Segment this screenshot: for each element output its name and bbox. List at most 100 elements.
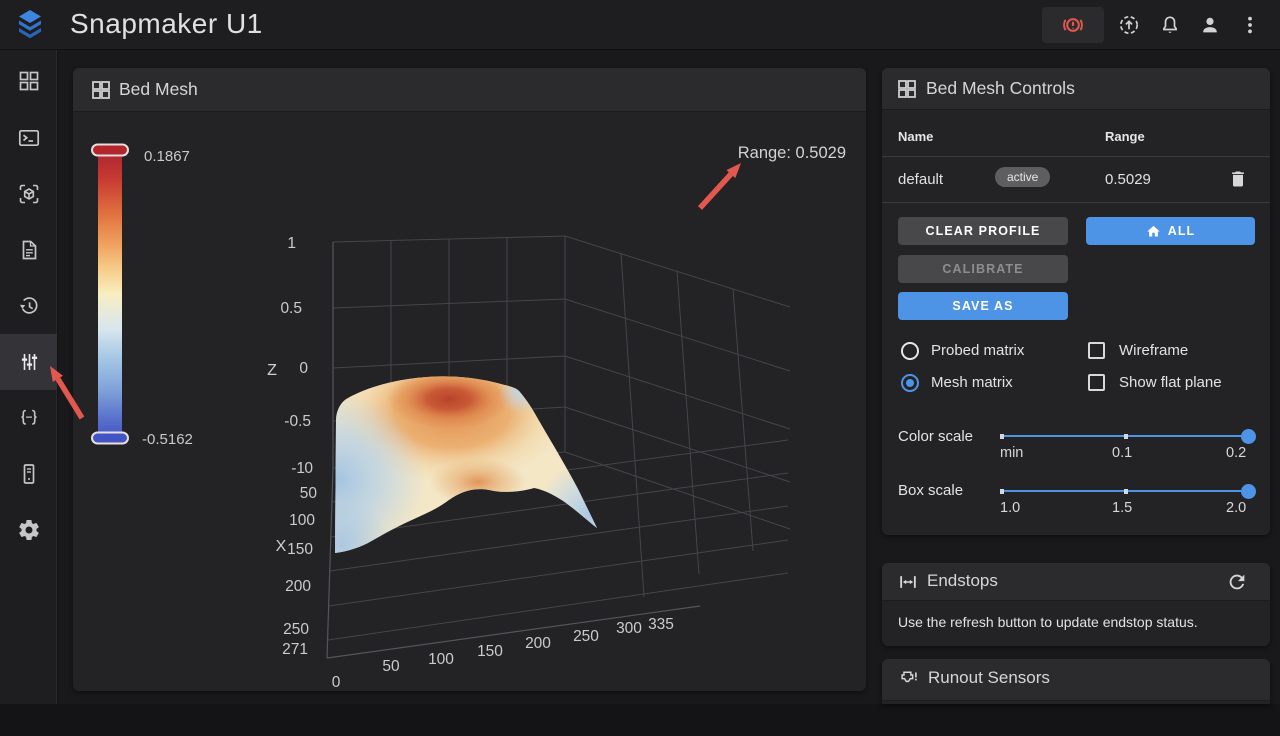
- file-icon: [22, 240, 36, 260]
- color-scale-tick-max: 0.2: [1226, 445, 1247, 461]
- endstops-message: Use the refresh button to update endstop…: [898, 614, 1198, 630]
- box-scale-label: Box scale: [898, 482, 964, 499]
- runout-panel-header: Runout Sensors: [882, 659, 1270, 701]
- colorbar-min-handle[interactable]: [91, 431, 129, 445]
- svg-text:-0.5: -0.5: [284, 413, 311, 430]
- runout-sensors-panel: Runout Sensors: [882, 659, 1270, 704]
- home-all-button[interactable]: ALL: [1086, 217, 1255, 245]
- svg-text:50: 50: [300, 485, 318, 502]
- colorbar-min-value: -0.5162: [142, 431, 193, 448]
- sidebar-item-history[interactable]: [0, 278, 57, 334]
- profile-range: 0.5029: [1105, 171, 1151, 188]
- update-icon[interactable]: [1117, 13, 1141, 37]
- sidebar-item-settings[interactable]: [0, 502, 57, 558]
- delete-icon[interactable]: [1228, 169, 1248, 189]
- emergency-stop-icon: [1063, 18, 1083, 32]
- svg-text:1: 1: [287, 235, 296, 252]
- controls-title: Bed Mesh Controls: [926, 78, 1075, 98]
- endstops-title: Endstops: [927, 571, 998, 590]
- slider-tick: [1000, 489, 1004, 494]
- notifications-icon[interactable]: [1158, 13, 1182, 37]
- table-divider: [882, 202, 1270, 203]
- controls-panel-header: Bed Mesh Controls: [882, 68, 1270, 110]
- profile-name: default: [898, 171, 944, 188]
- bed-mesh-title: Bed Mesh: [119, 79, 198, 99]
- svg-text:50: 50: [382, 658, 400, 675]
- server-icon: [23, 464, 34, 484]
- checkbox-show-flat-plane-label: Show flat plane: [1119, 374, 1222, 391]
- svg-text:271: 271: [282, 641, 308, 658]
- sidebar-item-tune[interactable]: [0, 334, 57, 390]
- topbar: Snapmaker U1: [0, 0, 1280, 50]
- svg-text:250: 250: [283, 621, 309, 638]
- svg-text:150: 150: [287, 541, 313, 558]
- endstops-panel-header: Endstops: [882, 563, 1270, 601]
- mesh-surface: [335, 376, 597, 553]
- refresh-icon[interactable]: [1226, 571, 1248, 593]
- page-title: Snapmaker U1: [70, 8, 263, 39]
- x-axis-ticks: 0 50 100 150 200 250 271: [282, 460, 317, 658]
- sidebar: [0, 50, 57, 704]
- svg-text:100: 100: [428, 651, 454, 668]
- gear-icon: [18, 520, 39, 540]
- slider-tick: [1124, 434, 1128, 439]
- colorbar-max-value: 0.1867: [144, 148, 190, 165]
- app-logo[interactable]: [12, 7, 48, 43]
- svg-text:0: 0: [332, 674, 341, 691]
- bed-mesh-panel: Bed Mesh 1 0.5 0 -0.5 -1 Z 0 50 100 150 …: [73, 68, 866, 691]
- slider-tick: [1000, 434, 1004, 439]
- checkbox-show-flat-plane[interactable]: [1088, 374, 1105, 391]
- y-axis-ticks: 0 50 100 150 200 250 300 335: [332, 616, 674, 691]
- x-axis-label: X: [276, 538, 287, 555]
- column-header-name: Name: [898, 129, 934, 144]
- sidebar-item-system[interactable]: [0, 446, 57, 502]
- runout-title: Runout Sensors: [928, 668, 1050, 687]
- emergency-stop-button[interactable]: [1042, 7, 1104, 43]
- app-root: Snapmaker U1 Bed Mesh 1 0.5 0 -0.5 -1 Z …: [0, 0, 1280, 736]
- runout-sensor-icon: [901, 671, 917, 683]
- box-scale-tick-max: 2.0: [1226, 500, 1247, 516]
- color-scale-label: Color scale: [898, 428, 974, 445]
- box-scale-thumb[interactable]: [1241, 484, 1256, 499]
- endstops-icon: [900, 576, 916, 588]
- home-icon: [1146, 225, 1160, 236]
- svg-text:100: 100: [289, 512, 315, 529]
- sidebar-item-configure[interactable]: [0, 390, 57, 446]
- box-scale-tick-min: 1.0: [1000, 500, 1021, 516]
- overflow-menu-icon[interactable]: [1238, 13, 1262, 37]
- grid-icon: [92, 81, 110, 99]
- svg-text:150: 150: [477, 643, 503, 660]
- sidebar-item-console[interactable]: [0, 110, 57, 166]
- color-scale-tick-mid: 0.1: [1112, 445, 1133, 461]
- status-badge: active: [995, 167, 1051, 187]
- bed-mesh-chart[interactable]: 1 0.5 0 -0.5 -1 Z 0 50 100 150 200 250 2…: [73, 112, 866, 691]
- sidebar-item-preview[interactable]: [0, 166, 57, 222]
- account-icon[interactable]: [1198, 13, 1222, 37]
- svg-text:-1: -1: [291, 460, 305, 477]
- clear-profile-button[interactable]: CLEAR PROFILE: [898, 217, 1068, 245]
- sidebar-item-jobs[interactable]: [0, 222, 57, 278]
- colorbar-max-handle[interactable]: [91, 143, 129, 157]
- cube-scan-icon: [19, 184, 38, 204]
- sidebar-item-dashboard[interactable]: [0, 53, 57, 109]
- z-axis-label: Z: [267, 362, 277, 379]
- table-row[interactable]: default active 0.5029: [882, 157, 1270, 202]
- calibrate-button[interactable]: CALIBRATE: [898, 255, 1068, 283]
- colorbar: 0.1867 -0.5162: [91, 143, 193, 448]
- svg-text:300: 300: [616, 620, 642, 637]
- console-icon: [18, 129, 39, 147]
- save-as-button[interactable]: SAVE AS: [898, 292, 1068, 320]
- slider-tick: [1124, 489, 1128, 494]
- svg-text:0: 0: [304, 460, 313, 477]
- content-area: Bed Mesh 1 0.5 0 -0.5 -1 Z 0 50 100 150 …: [58, 50, 1280, 704]
- box-scale-tick-mid: 1.5: [1112, 500, 1133, 516]
- bed-mesh-controls-panel: Bed Mesh Controls Name Range default act…: [882, 68, 1270, 535]
- checkbox-wireframe[interactable]: [1088, 342, 1105, 359]
- color-scale-thumb[interactable]: [1241, 429, 1256, 444]
- svg-text:250: 250: [573, 628, 599, 645]
- svg-text:335: 335: [648, 616, 674, 633]
- radio-mesh-matrix[interactable]: [901, 374, 919, 392]
- checkbox-wireframe-label: Wireframe: [1119, 342, 1189, 359]
- radio-probed-matrix[interactable]: [901, 342, 919, 360]
- code-braces-icon: [20, 409, 37, 425]
